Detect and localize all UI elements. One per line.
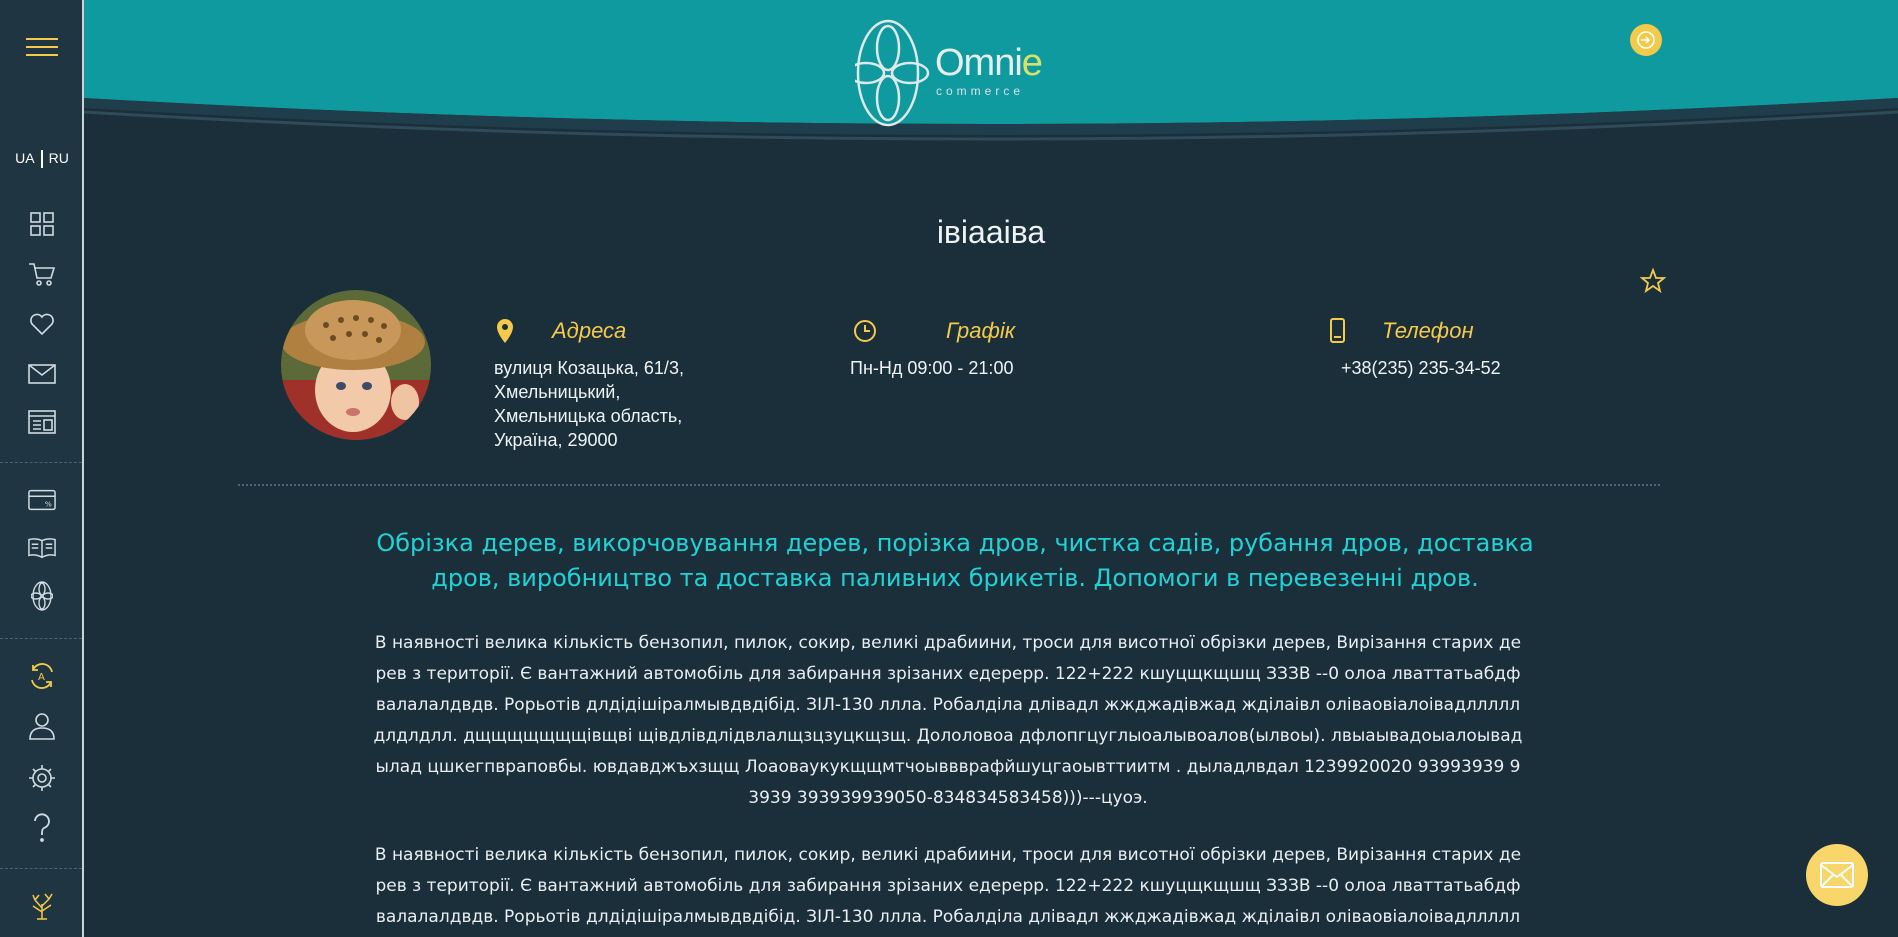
book-icon[interactable] [28,534,56,562]
schedule-value: Пн-Нд 09:00 - 21:00 [850,358,1014,378]
discount-card-icon[interactable]: % [28,486,56,514]
star-icon[interactable] [1640,268,1666,294]
address-value: вулиця Козацька, 61/3, Хмельницький, Хме… [494,358,684,450]
section-divider [238,484,1660,486]
gear-icon[interactable] [28,764,56,792]
omnie-icon[interactable] [28,581,56,611]
address-label: Адреса [552,318,627,343]
description-paragraph: В наявності велика кількість бензопил, п… [374,845,1522,927]
clock-icon [854,320,876,342]
user-icon[interactable] [28,712,56,740]
schedule-label: Графік [946,318,1016,343]
schedule-block: Графік Пн-Нд 09:00 - 21:00 [850,318,1150,380]
logo-subtitle: commerce [936,84,1025,98]
catalog-icon[interactable] [28,210,56,238]
heart-icon[interactable] [28,310,56,338]
cart-icon[interactable] [28,260,56,288]
phone-value[interactable]: +38(235) 235-34-52 [1341,356,1588,380]
language-switcher: UA RU [0,150,84,169]
help-icon[interactable] [28,813,56,842]
envelope-icon [1820,862,1854,888]
address-block: Адреса вулиця Козацька, 61/3, Хмельницьк… [494,318,714,452]
news-icon[interactable] [28,408,56,436]
lang-ru-link[interactable]: RU [49,150,69,166]
contact-message-button[interactable] [1806,844,1868,906]
phone-block: Телефон +38(235) 235-34-52 [1328,318,1588,380]
mail-icon[interactable] [28,360,56,388]
svg-text:%: % [45,500,52,509]
store-title: івіааіва [936,214,1046,250]
description-paragraph: В наявності велика кількість бензопил, п… [373,633,1523,808]
svg-text:A: A [38,672,45,683]
tree-icon[interactable] [28,892,56,920]
exchange-icon[interactable]: A [28,662,56,690]
sidebar: UA RU % A [0,0,84,937]
services-headline: Обрізка дерев, викорчовування дерев, пор… [376,529,1534,592]
lang-ua-link[interactable]: UA [15,150,34,166]
store-avatar [281,290,431,440]
phone-label: Телефон [1382,318,1474,343]
login-icon [1637,31,1655,49]
phone-icon [1330,318,1345,343]
logo-wordmark: Omnie [935,42,1043,84]
login-button[interactable] [1630,24,1662,56]
menu-burger-icon[interactable] [26,38,58,58]
location-pin-icon [497,319,513,343]
